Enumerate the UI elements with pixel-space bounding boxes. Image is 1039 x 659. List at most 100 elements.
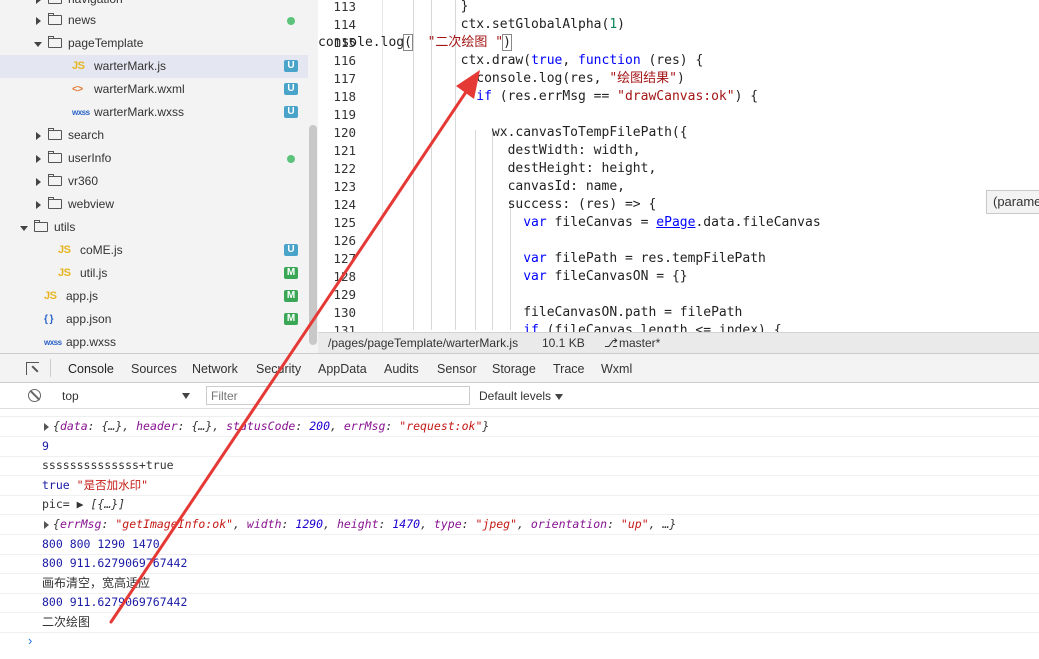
console-row-partial xyxy=(0,409,1039,417)
console-row[interactable]: 9 xyxy=(0,437,1039,457)
tree-item[interactable]: news xyxy=(0,9,308,32)
console-row[interactable]: {errMsg: "getImageInfo:ok", width: 1290,… xyxy=(0,515,1039,535)
code-line[interactable]: 117 console.log(res, "绘图结果") xyxy=(318,70,1039,88)
code-line[interactable]: 114 ctx.setGlobalAlpha(1) xyxy=(318,16,1039,34)
console-message: true "是否加水印" xyxy=(42,477,148,492)
chevron-right-icon[interactable] xyxy=(36,155,41,163)
tree-item[interactable]: utils xyxy=(0,216,308,239)
tab-trace[interactable]: Trace xyxy=(553,354,585,383)
tab-sources[interactable]: Sources xyxy=(131,354,177,383)
tree-item[interactable]: <> warterMark.wxml U xyxy=(0,78,308,101)
chevron-right-icon[interactable] xyxy=(36,201,41,209)
tree-item[interactable]: JS warterMark.js U xyxy=(0,55,308,78)
console-row[interactable]: 800 911.6279069767442 xyxy=(0,593,1039,614)
code-line[interactable]: 113 } xyxy=(318,0,1039,16)
folder-icon xyxy=(48,151,62,163)
console-message: pic= ▶ [{…}] xyxy=(42,497,126,512)
tree-item-label: utils xyxy=(54,220,76,234)
tree-item[interactable]: JS util.js M xyxy=(0,262,308,285)
tree-item[interactable]: JS coME.js U xyxy=(0,239,308,262)
console-row[interactable]: 800 911.6279069767442 xyxy=(0,554,1039,575)
folder-icon xyxy=(34,220,48,232)
chevron-right-icon[interactable] xyxy=(36,0,41,4)
line-number: 121 xyxy=(333,143,356,158)
git-branch[interactable]: master* xyxy=(619,333,660,353)
git-status-badge: M xyxy=(284,290,298,302)
js-file-icon: JS xyxy=(44,290,57,302)
code-line[interactable]: 126 xyxy=(318,232,1039,250)
tree-item[interactable]: userInfo xyxy=(0,147,308,170)
code-line[interactable]: 119 xyxy=(318,106,1039,124)
tree-scrollbar[interactable] xyxy=(309,125,317,345)
tree-item[interactable]: search xyxy=(0,124,308,147)
console-row[interactable]: true "是否加水印" xyxy=(0,476,1039,496)
code-line[interactable]: 121 destWidth: width, xyxy=(318,142,1039,160)
tree-item[interactable]: wxss app.wxss xyxy=(0,331,308,353)
tab-appdata[interactable]: AppData xyxy=(318,354,367,383)
code-line[interactable]: 123 canvasId: name, xyxy=(318,178,1039,196)
console-prompt[interactable]: › xyxy=(28,633,32,648)
console-filter-input[interactable] xyxy=(206,386,470,405)
code-line[interactable]: 115 console.log( "二次绘图 ") xyxy=(318,34,1039,52)
tab-network[interactable]: Network xyxy=(192,354,238,383)
code-line[interactable]: 128 var fileCanvasON = {} xyxy=(318,268,1039,286)
tree-item[interactable]: wxss warterMark.wxss U xyxy=(0,101,308,124)
tab-storage[interactable]: Storage xyxy=(492,354,536,383)
console-row[interactable]: {data: {…}, header: {…}, statusCode: 200… xyxy=(0,417,1039,437)
tree-item[interactable]: { } app.json M xyxy=(0,308,308,331)
wxss-file-icon: wxss xyxy=(44,338,62,347)
console-toolbar: top Default levels xyxy=(0,383,1039,409)
chevron-right-icon[interactable] xyxy=(36,178,41,186)
tree-item[interactable]: webview xyxy=(0,193,308,216)
line-number: 118 xyxy=(333,89,356,104)
chevron-down-icon xyxy=(182,393,190,399)
js-file-icon: JS xyxy=(58,244,71,256)
tab-audits[interactable]: Audits xyxy=(384,354,419,383)
git-status-badge: U xyxy=(284,60,298,72)
tab-console[interactable]: Console xyxy=(68,354,114,385)
expand-triangle-icon[interactable] xyxy=(44,423,49,431)
console-row[interactable]: 二次绘图 xyxy=(0,613,1039,633)
tab-security[interactable]: Security xyxy=(256,354,301,383)
chevron-down-icon[interactable] xyxy=(20,226,28,231)
code-line[interactable]: 122 destHeight: height, xyxy=(318,160,1039,178)
code-line[interactable]: 120 wx.canvasToTempFilePath({ xyxy=(318,124,1039,142)
code-text: ctx.setGlobalAlpha(1) xyxy=(398,17,625,32)
console-output[interactable]: {data: {…}, header: {…}, statusCode: 200… xyxy=(0,409,1039,659)
code-line[interactable]: 118 if (res.errMsg == "drawCanvas:ok") { xyxy=(318,88,1039,106)
code-line[interactable]: 127 var filePath = res.tempFilePath xyxy=(318,250,1039,268)
tab-wxml[interactable]: Wxml xyxy=(601,354,632,383)
context-select[interactable]: top xyxy=(54,387,194,405)
js-file-icon: JS xyxy=(58,267,71,279)
tab-sensor[interactable]: Sensor xyxy=(437,354,477,383)
code-text: fileCanvasON.path = filePath xyxy=(398,305,743,320)
chevron-right-icon[interactable] xyxy=(36,132,41,140)
chevron-right-icon[interactable] xyxy=(36,17,41,25)
line-number: 125 xyxy=(333,215,356,230)
code-line[interactable]: 131 if (fileCanvas.length <= index) { xyxy=(318,322,1039,332)
console-message: 画布清空，宽高适应 xyxy=(42,575,151,590)
code-line[interactable]: 116 ctx.draw(true, function (res) { xyxy=(318,52,1039,70)
console-row[interactable]: ssssssssssssss+true xyxy=(0,456,1039,477)
code-line[interactable]: 130 fileCanvasON.path = filePath xyxy=(318,304,1039,322)
log-levels-dropdown[interactable]: Default levels xyxy=(479,387,564,405)
code-line[interactable]: 125 var fileCanvas = ePage.data.fileCanv… xyxy=(318,214,1039,232)
console-row[interactable]: 画布清空，宽高适应 xyxy=(0,574,1039,594)
tree-item-label: warterMark.js xyxy=(94,59,167,73)
tree-item-label: app.json xyxy=(66,312,112,326)
clear-console-icon[interactable] xyxy=(28,389,41,402)
console-row[interactable]: pic= ▶ [{…}] xyxy=(0,495,1039,516)
code-line[interactable]: 129 xyxy=(318,286,1039,304)
line-number: 117 xyxy=(333,71,356,86)
git-branch-icon: ⎇ xyxy=(604,336,618,350)
expand-triangle-icon[interactable] xyxy=(44,521,49,529)
folder-icon xyxy=(48,197,62,209)
code-line[interactable]: 124 success: (res) => { xyxy=(318,196,1039,214)
inspect-element-icon[interactable] xyxy=(26,362,39,375)
tree-item[interactable]: vr360 xyxy=(0,170,308,193)
tree-item[interactable]: pageTemplate xyxy=(0,32,308,55)
code-editor[interactable]: 113 } 114 ctx.setGlobalAlpha(1) 115 console… xyxy=(318,0,1039,332)
console-row[interactable]: 800 800 1290 1470 xyxy=(0,535,1039,555)
tree-item[interactable]: JS app.js M xyxy=(0,285,308,308)
chevron-down-icon[interactable] xyxy=(34,42,42,47)
